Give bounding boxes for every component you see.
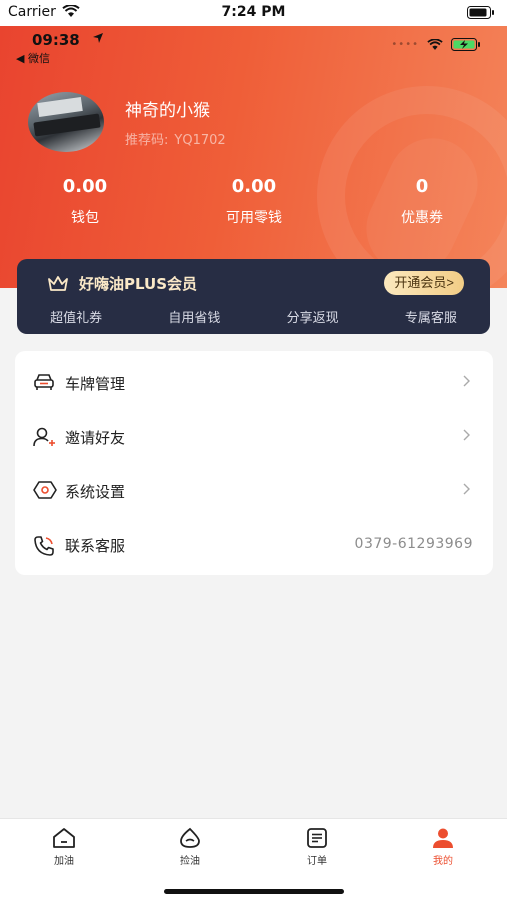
menu-label: 系统设置 <box>65 483 126 501</box>
clock: 7:24 PM <box>221 4 286 20</box>
app-clock: 09:38 <box>32 31 80 49</box>
battery-charging-icon <box>451 38 480 51</box>
stat-label: 可用零钱 <box>226 210 282 226</box>
stat-coupons[interactable]: 0 优惠券 <box>352 176 492 227</box>
app-status-bar: 09:38 ◀ 微信 •••• <box>0 26 507 66</box>
settings-icon <box>33 481 57 499</box>
tab-orders[interactable]: 订单 <box>277 827 357 867</box>
home-icon <box>53 828 75 848</box>
vip-perk: 专属客服 <box>404 311 457 326</box>
chevron-right-icon <box>463 483 470 495</box>
stat-value: 0.00 <box>231 176 277 197</box>
stat-value: 0 <box>415 176 429 197</box>
signal-icon: •••• <box>391 39 419 50</box>
service-phone-number[interactable]: 0379-61293969 <box>355 536 473 552</box>
crown-icon <box>48 276 68 291</box>
chevron-right-icon <box>463 429 470 441</box>
os-status-bar: Carrier 7:24 PM <box>0 0 507 26</box>
stat-wallet[interactable]: 0.00 钱包 <box>15 176 155 227</box>
vip-perk: 自用省钱 <box>168 311 221 326</box>
battery-icon <box>467 6 494 19</box>
profile-header: 09:38 ◀ 微信 •••• 神奇的小猴 推荐码: YQ1702 0.00 钱… <box>0 26 507 288</box>
vip-perk: 分享返现 <box>286 311 339 326</box>
tab-label: 订单 <box>307 856 327 867</box>
vip-perk: 超值礼券 <box>50 311 103 326</box>
drop-icon <box>180 827 200 848</box>
open-membership-button[interactable]: 开通会员> <box>384 271 464 295</box>
vip-title: 好嗨油PLUS会员 <box>79 275 198 293</box>
username: 神奇的小猴 <box>125 101 210 121</box>
referral-code: 推荐码: YQ1702 <box>125 129 226 148</box>
menu-label: 联系客服 <box>65 537 126 555</box>
menu-card: 车牌管理 邀请好友 系统设置 联系客服 0379-61293969 <box>15 351 493 575</box>
tab-pick-oil[interactable]: 捡油 <box>150 827 230 867</box>
tab-refuel[interactable]: 加油 <box>24 827 104 867</box>
menu-item-invite[interactable]: 邀请好友 <box>15 409 493 463</box>
person-icon <box>433 828 453 848</box>
back-to-wechat-link[interactable]: ◀ 微信 <box>16 50 50 66</box>
menu-item-settings[interactable]: 系统设置 <box>15 463 493 517</box>
tab-mine[interactable]: 我的 <box>403 827 483 867</box>
stat-change[interactable]: 0.00 可用零钱 <box>184 176 324 227</box>
add-user-icon <box>33 427 55 447</box>
stat-label: 优惠券 <box>401 210 443 226</box>
home-indicator <box>164 889 344 894</box>
tab-label: 我的 <box>433 856 453 867</box>
app-status-icons: •••• <box>391 38 481 51</box>
car-icon <box>34 374 54 390</box>
list-icon <box>307 828 327 848</box>
menu-label: 车牌管理 <box>65 375 126 393</box>
stat-value: 0.00 <box>62 176 108 197</box>
vip-perks: 超值礼券 自用省钱 分享返现 专属客服 <box>17 307 490 326</box>
menu-item-customer-service[interactable]: 联系客服 0379-61293969 <box>15 517 493 571</box>
menu-item-plates[interactable]: 车牌管理 <box>15 355 493 409</box>
bottom-tab-bar: 加油 捡油 订单 我的 <box>0 818 507 900</box>
chevron-right-icon <box>463 375 470 387</box>
referral-value: YQ1702 <box>174 133 226 148</box>
stat-label: 钱包 <box>71 210 99 226</box>
tab-label: 加油 <box>54 856 74 867</box>
tab-label: 捡油 <box>180 856 200 867</box>
phone-icon <box>34 536 54 556</box>
location-arrow-icon <box>93 33 103 43</box>
vip-membership-card[interactable]: 好嗨油PLUS会员 开通会员> 超值礼券 自用省钱 分享返现 专属客服 <box>17 259 490 334</box>
wifi-icon <box>427 38 443 50</box>
avatar[interactable] <box>28 92 104 152</box>
referral-label: 推荐码: <box>125 133 169 148</box>
menu-label: 邀请好友 <box>65 429 126 447</box>
